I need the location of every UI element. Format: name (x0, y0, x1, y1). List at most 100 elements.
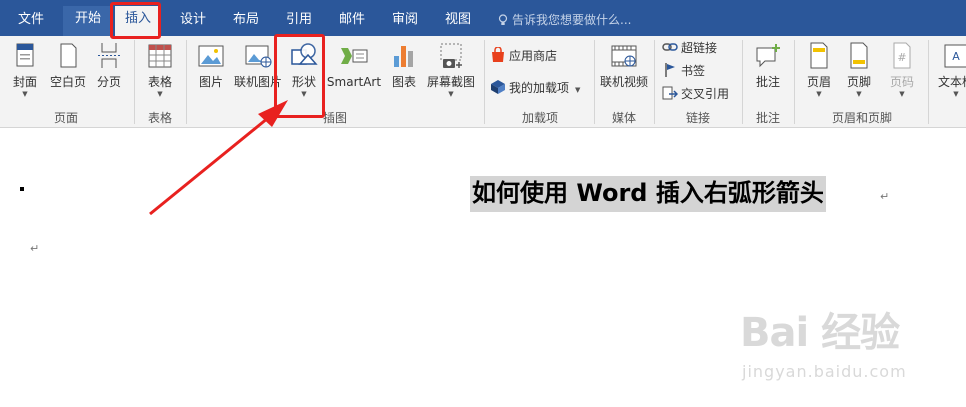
store-label: 应用商店 (509, 49, 558, 63)
picture-button[interactable]: 图片 (192, 40, 230, 106)
tab-design[interactable]: 设计 (170, 10, 216, 36)
footer-icon (850, 42, 868, 69)
link-icon (662, 43, 678, 51)
svg-text:#: # (897, 51, 906, 64)
group-separator (742, 40, 743, 124)
smartart-button[interactable]: SmartArt (326, 40, 382, 106)
group-label-header-footer: 页眉和页脚 (831, 111, 892, 125)
tab-layout[interactable]: 布局 (223, 10, 269, 36)
header-label: 页眉 (806, 75, 831, 89)
chevron-down-icon: ▼ (448, 90, 454, 98)
watermark-url: jingyan.baidu.com (742, 362, 907, 381)
store-icon (492, 47, 504, 62)
bookmark-label: 书签 (681, 64, 706, 78)
table-icon (148, 44, 172, 68)
group-label-links: 链接 (685, 111, 710, 125)
addins-icon (491, 80, 505, 94)
header-icon (810, 42, 828, 69)
tab-file[interactable]: 文件 (8, 10, 54, 36)
chevron-down-icon: ▼ (816, 90, 822, 98)
comment-icon (756, 44, 780, 68)
chart-button[interactable]: 图表 (386, 40, 422, 106)
online-video-icon (611, 45, 637, 67)
footer-button[interactable]: 页脚 ▼ (840, 40, 878, 106)
baidu-watermark: Bai 经验 jingyan.baidu.com (740, 300, 960, 390)
highlight-insert-tab (110, 2, 161, 39)
paragraph-mark: ↵ (30, 242, 40, 255)
group-separator (134, 40, 135, 124)
blank-page-label: 空白页 (49, 75, 86, 89)
header-button[interactable]: 页眉 ▼ (800, 40, 838, 106)
page-number-button[interactable]: # 页码 ▼ (880, 40, 924, 106)
chevron-down-icon: ▼ (899, 90, 905, 98)
chevron-down-icon: ▼ (157, 90, 163, 98)
picture-icon (198, 45, 224, 67)
page-number-label: 页码 (889, 75, 914, 89)
footer-label: 页脚 (846, 75, 871, 89)
cross-reference-icon (662, 86, 678, 100)
blank-page-icon (60, 43, 77, 68)
blank-page-button[interactable]: 空白页 (46, 40, 90, 106)
online-picture-icon (245, 45, 272, 68)
cover-page-label: 封面 (12, 75, 37, 89)
group-label-addins: 加载项 (521, 111, 558, 125)
tab-view[interactable]: 视图 (435, 10, 481, 36)
textbox-button[interactable]: A 文本框 ▼ (932, 40, 966, 106)
table-button[interactable]: 表格 ▼ (140, 40, 180, 106)
smartart-label: SmartArt (326, 75, 382, 89)
table-label: 表格 (147, 75, 172, 89)
group-label-tables: 表格 (147, 111, 172, 125)
screenshot-icon (440, 43, 462, 68)
group-separator (928, 40, 929, 124)
group-separator (654, 40, 655, 124)
screenshot-button[interactable]: 屏幕截图 ▼ (424, 40, 478, 106)
tab-home[interactable]: 开始 (63, 6, 113, 36)
group-separator (594, 40, 595, 124)
tell-me-text: 告诉我您想要做什么... (512, 13, 632, 27)
my-addins-button[interactable]: 我的加载项 ▼ (490, 78, 580, 98)
chevron-down-icon: ▼ (22, 90, 28, 98)
cross-reference-label: 交叉引用 (681, 87, 730, 101)
lightbulb-icon (498, 14, 508, 25)
chevron-down-icon: ▼ (953, 90, 959, 98)
cover-page-button[interactable]: 封面 ▼ (6, 40, 44, 106)
page-number-icon: # (893, 42, 911, 69)
hyperlink-label: 超链接 (681, 41, 718, 55)
textbox-icon: A (944, 44, 966, 68)
hyperlink-button[interactable]: 超链接 (662, 38, 717, 58)
cover-page-icon (16, 43, 34, 67)
page-break-label: 分页 (96, 75, 121, 89)
tell-me-box[interactable]: 告诉我您想要做什么... (498, 10, 631, 30)
online-video-button[interactable]: 联机视频 (598, 40, 650, 106)
highlight-shapes-button (274, 34, 325, 118)
group-label-comments: 批注 (755, 111, 780, 125)
screenshot-label: 屏幕截图 (426, 75, 475, 89)
page-break-icon (98, 43, 120, 68)
picture-label: 图片 (198, 75, 223, 89)
group-label-pages: 页面 (53, 111, 78, 125)
new-comment-button[interactable]: 批注 (748, 40, 788, 106)
smartart-icon (341, 48, 368, 64)
textbox-label: 文本框 (937, 75, 966, 89)
store-button[interactable]: 应用商店 (490, 46, 557, 66)
online-video-label: 联机视频 (599, 75, 648, 89)
svg-text:A: A (952, 50, 960, 63)
document-title[interactable]: 如何使用 Word 插入右弧形箭头 (470, 176, 826, 212)
tab-mailings[interactable]: 邮件 (329, 10, 375, 36)
bookmark-button[interactable]: 书签 (662, 61, 705, 81)
tab-review[interactable]: 审阅 (382, 10, 428, 36)
ribbon-insert: 封面 ▼ 空白页 分页 页面 表格 ▼ 表格 图片 联机图片 形状 ▼ Smar… (0, 36, 966, 128)
my-addins-label: 我的加载项 (509, 81, 570, 95)
comment-label: 批注 (755, 75, 780, 89)
bullet-mark (20, 187, 24, 191)
chevron-down-icon: ▼ (575, 86, 581, 94)
chart-icon (394, 46, 413, 67)
chart-label: 图表 (391, 75, 416, 89)
group-separator (186, 40, 187, 124)
cross-reference-button[interactable]: 交叉引用 (662, 84, 729, 104)
tab-references[interactable]: 引用 (276, 10, 322, 36)
chevron-down-icon: ▼ (856, 90, 862, 98)
bookmark-icon (665, 63, 675, 77)
word-window: 文件 开始 插入 设计 布局 引用 邮件 审阅 视图 告诉我您想要做什么... … (0, 0, 966, 407)
page-break-button[interactable]: 分页 (92, 40, 126, 106)
